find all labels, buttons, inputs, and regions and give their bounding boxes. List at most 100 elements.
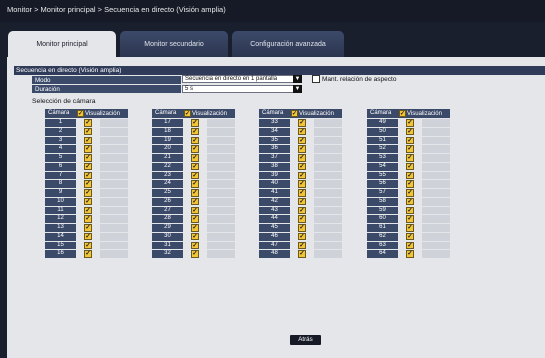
display-checkbox[interactable]: ✓ [84,241,92,250]
display-checkbox-cell[interactable]: ✓ [290,127,314,136]
display-checkbox[interactable]: ✓ [406,197,414,206]
display-checkbox-cell[interactable]: ✓ [398,232,422,241]
display-checkbox-cell[interactable]: ✓ [183,162,207,171]
display-column-header[interactable]: ✓ Visualización [183,109,235,118]
display-checkbox[interactable]: ✓ [298,206,306,215]
display-checkbox-cell[interactable]: ✓ [76,119,100,127]
display-checkbox-cell[interactable]: ✓ [76,127,100,136]
display-checkbox[interactable]: ✓ [84,206,92,215]
display-checkbox-cell[interactable]: ✓ [398,154,422,162]
display-checkbox[interactable]: ✓ [298,180,306,188]
display-checkbox-cell[interactable]: ✓ [398,206,422,215]
display-checkbox-cell[interactable]: ✓ [290,215,314,223]
display-checkbox-cell[interactable]: ✓ [398,250,422,258]
display-checkbox[interactable]: ✓ [191,206,199,215]
display-checkbox-cell[interactable]: ✓ [183,241,207,250]
display-checkbox-cell[interactable]: ✓ [398,241,422,250]
display-checkbox[interactable]: ✓ [298,171,306,180]
display-checkbox-cell[interactable]: ✓ [290,189,314,197]
display-checkbox-cell[interactable]: ✓ [398,145,422,153]
display-checkbox[interactable]: ✓ [406,154,414,162]
display-checkbox-cell[interactable]: ✓ [183,127,207,136]
display-checkbox[interactable]: ✓ [84,171,92,180]
display-column-header[interactable]: ✓ Visualización [76,109,128,118]
display-checkbox[interactable]: ✓ [406,232,414,241]
display-checkbox-cell[interactable]: ✓ [76,189,100,197]
display-checkbox[interactable]: ✓ [406,145,414,153]
display-checkbox-cell[interactable]: ✓ [290,224,314,232]
display-checkbox-cell[interactable]: ✓ [183,154,207,162]
display-checkbox-cell[interactable]: ✓ [76,250,100,258]
display-checkbox[interactable]: ✓ [191,145,199,153]
display-checkbox-cell[interactable]: ✓ [76,215,100,223]
mode-select[interactable]: Secuencia en directo en 1 pantalla [182,75,294,83]
display-checkbox-cell[interactable]: ✓ [398,197,422,206]
display-checkbox-cell[interactable]: ✓ [183,136,207,145]
display-checkbox[interactable]: ✓ [191,232,199,241]
display-checkbox-cell[interactable]: ✓ [398,224,422,232]
display-checkbox[interactable]: ✓ [191,224,199,232]
display-checkbox-cell[interactable]: ✓ [290,197,314,206]
mode-dropdown-arrow-icon[interactable]: ▼ [293,75,302,83]
display-checkbox-cell[interactable]: ✓ [76,154,100,162]
display-checkbox[interactable]: ✓ [191,154,199,162]
display-checkbox-cell[interactable]: ✓ [290,145,314,153]
display-checkbox-cell[interactable]: ✓ [183,145,207,153]
display-checkbox[interactable]: ✓ [191,127,199,136]
display-checkbox[interactable]: ✓ [84,119,92,127]
display-checkbox-cell[interactable]: ✓ [183,119,207,127]
display-checkbox[interactable]: ✓ [84,250,92,258]
display-checkbox[interactable]: ✓ [406,215,414,223]
display-checkbox[interactable]: ✓ [406,180,414,188]
display-checkbox[interactable]: ✓ [84,232,92,241]
display-checkbox-cell[interactable]: ✓ [290,241,314,250]
display-checkbox-cell[interactable]: ✓ [398,162,422,171]
display-checkbox-cell[interactable]: ✓ [290,119,314,127]
select-all-checkbox[interactable]: ✓ [399,110,406,117]
display-checkbox[interactable]: ✓ [191,250,199,258]
display-checkbox-cell[interactable]: ✓ [398,180,422,188]
tab-main-monitor[interactable]: Monitor principal [8,31,116,58]
display-checkbox-cell[interactable]: ✓ [76,241,100,250]
display-checkbox[interactable]: ✓ [191,241,199,250]
display-checkbox-cell[interactable]: ✓ [398,136,422,145]
display-checkbox[interactable]: ✓ [298,127,306,136]
display-checkbox-cell[interactable]: ✓ [76,180,100,188]
display-checkbox[interactable]: ✓ [406,127,414,136]
display-checkbox[interactable]: ✓ [84,145,92,153]
display-checkbox[interactable]: ✓ [406,250,414,258]
display-checkbox-cell[interactable]: ✓ [76,136,100,145]
display-checkbox[interactable]: ✓ [191,171,199,180]
display-checkbox[interactable]: ✓ [191,162,199,171]
tab-secondary-monitor[interactable]: Monitor secundario [120,31,228,57]
display-checkbox-cell[interactable]: ✓ [76,197,100,206]
display-checkbox[interactable]: ✓ [406,162,414,171]
display-checkbox[interactable]: ✓ [298,197,306,206]
display-checkbox[interactable]: ✓ [191,215,199,223]
display-checkbox[interactable]: ✓ [298,232,306,241]
display-checkbox[interactable]: ✓ [84,162,92,171]
display-checkbox[interactable]: ✓ [84,154,92,162]
display-checkbox[interactable]: ✓ [406,241,414,250]
display-checkbox-cell[interactable]: ✓ [398,189,422,197]
display-checkbox-cell[interactable]: ✓ [183,180,207,188]
display-checkbox[interactable]: ✓ [84,224,92,232]
display-checkbox[interactable]: ✓ [298,136,306,145]
display-checkbox-cell[interactable]: ✓ [290,162,314,171]
display-column-header[interactable]: ✓ Visualización [290,109,342,118]
display-checkbox[interactable]: ✓ [298,162,306,171]
display-checkbox-cell[interactable]: ✓ [183,189,207,197]
display-checkbox[interactable]: ✓ [84,127,92,136]
display-checkbox[interactable]: ✓ [191,119,199,127]
display-checkbox-cell[interactable]: ✓ [290,180,314,188]
display-checkbox[interactable]: ✓ [84,180,92,188]
display-checkbox-cell[interactable]: ✓ [76,232,100,241]
display-checkbox[interactable]: ✓ [84,136,92,145]
display-checkbox[interactable]: ✓ [298,154,306,162]
display-checkbox-cell[interactable]: ✓ [76,162,100,171]
display-checkbox[interactable]: ✓ [298,224,306,232]
display-checkbox-cell[interactable]: ✓ [290,206,314,215]
display-checkbox-cell[interactable]: ✓ [76,171,100,180]
display-checkbox-cell[interactable]: ✓ [290,250,314,258]
display-checkbox-cell[interactable]: ✓ [183,215,207,223]
